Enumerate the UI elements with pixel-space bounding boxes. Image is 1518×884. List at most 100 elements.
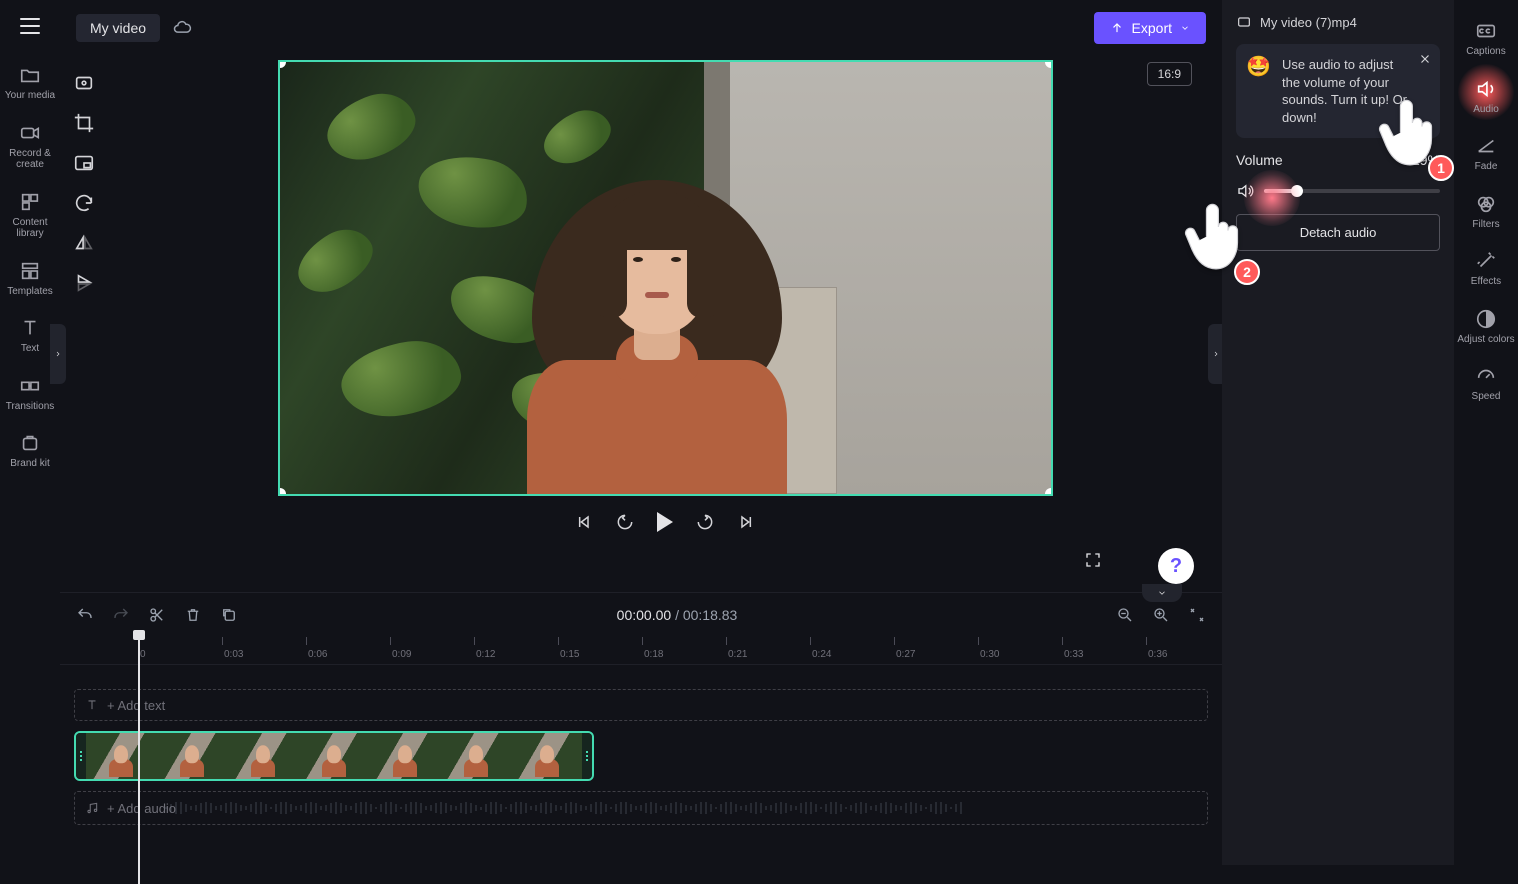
- filters-icon: [1475, 193, 1497, 215]
- rail-item-fade[interactable]: Fade: [1454, 129, 1518, 179]
- volume-label-row: Volume 19%: [1236, 152, 1440, 168]
- chevron-right-icon: [1212, 348, 1220, 360]
- duplicate-button[interactable]: [220, 606, 238, 624]
- brandkit-icon: [19, 432, 41, 454]
- delete-button[interactable]: [184, 606, 202, 624]
- skip-back-button[interactable]: [573, 512, 593, 532]
- sidebar-item-your-media[interactable]: Your media: [0, 58, 60, 108]
- add-text-label: + Add text: [107, 698, 165, 713]
- forward-5-button[interactable]: [695, 512, 715, 532]
- tip-close-button[interactable]: [1418, 52, 1432, 71]
- speed-icon: [1475, 365, 1497, 387]
- preview-tool-column: [60, 56, 108, 592]
- adjust-icon: [1475, 308, 1497, 330]
- timeline-timecode: 00:00.00 / 00:18.83: [617, 607, 738, 623]
- project-name-chip[interactable]: My video: [76, 14, 160, 42]
- audio-panel: My video (7)mp4 🤩 Use audio to adjust th…: [1222, 0, 1454, 865]
- sidebar-label: Text: [21, 343, 39, 355]
- rail-item-filters[interactable]: Filters: [1454, 187, 1518, 237]
- flip-h-tool[interactable]: [73, 232, 95, 254]
- rail-label: Filters: [1472, 219, 1499, 231]
- zoom-out-button[interactable]: [1116, 606, 1134, 624]
- panel-filename: My video (7)mp4: [1260, 15, 1357, 30]
- sidebar-label: Record & create: [2, 148, 58, 171]
- skip-forward-button[interactable]: [737, 512, 757, 532]
- video-canvas[interactable]: [278, 60, 1053, 496]
- rail-item-audio[interactable]: Audio: [1454, 72, 1518, 122]
- audio-track[interactable]: + Add audio: [74, 791, 1208, 825]
- video-clip[interactable]: [74, 731, 594, 781]
- pip-tool[interactable]: [73, 152, 95, 174]
- right-sidebar: Captions Audio Fade Filters Effects Adju…: [1454, 0, 1518, 865]
- crop-tool[interactable]: [73, 112, 95, 134]
- detach-audio-button[interactable]: Detach audio: [1236, 214, 1440, 251]
- tip-card: 🤩 Use audio to adjust the volume of your…: [1236, 44, 1440, 138]
- volume-value: 19%: [1412, 152, 1440, 168]
- redo-button[interactable]: [112, 606, 130, 624]
- sidebar-item-record-create[interactable]: Record & create: [0, 116, 60, 177]
- flip-v-tool[interactable]: [73, 272, 95, 294]
- timeline: 00:00.00 / 00:18.83 00:030:060:090:120:1…: [60, 592, 1222, 865]
- fullscreen-button[interactable]: [1084, 551, 1102, 574]
- collapse-left-button[interactable]: [50, 324, 66, 384]
- library-icon: [19, 191, 41, 213]
- sidebar-item-brand-kit[interactable]: Brand kit: [0, 426, 60, 476]
- fade-icon: [1475, 135, 1497, 157]
- collapse-preview-button[interactable]: [1142, 584, 1182, 602]
- fit-timeline-button[interactable]: [1188, 606, 1206, 624]
- cloud-sync-icon: [172, 18, 192, 38]
- rewind-5-button[interactable]: [615, 512, 635, 532]
- rail-label: Audio: [1473, 104, 1499, 116]
- rail-label: Effects: [1471, 276, 1501, 288]
- help-button[interactable]: ?: [1158, 548, 1194, 584]
- timeline-ruler[interactable]: 00:030:060:090:120:150:180:210:240:270:3…: [60, 637, 1222, 665]
- undo-button[interactable]: [76, 606, 94, 624]
- preview-area: 16:9: [60, 56, 1222, 592]
- zoom-in-button[interactable]: [1152, 606, 1170, 624]
- rail-label: Fade: [1475, 161, 1498, 173]
- sidebar-item-content-library[interactable]: Content library: [0, 185, 60, 246]
- rail-item-effects[interactable]: Effects: [1454, 244, 1518, 294]
- export-button[interactable]: Export: [1094, 12, 1206, 44]
- sidebar-label: Content library: [2, 217, 58, 240]
- volume-label: Volume: [1236, 152, 1283, 168]
- music-icon: [85, 801, 99, 815]
- play-icon: [657, 512, 673, 532]
- split-button[interactable]: [148, 606, 166, 624]
- transitions-icon: [19, 375, 41, 397]
- playhead[interactable]: [138, 634, 140, 884]
- rotate-tool[interactable]: [73, 192, 95, 214]
- tip-emoji-icon: 🤩: [1246, 54, 1271, 81]
- export-label: Export: [1132, 20, 1172, 36]
- resize-handle-bl[interactable]: [278, 488, 286, 496]
- sidebar-item-templates[interactable]: Templates: [0, 254, 60, 304]
- rail-item-captions[interactable]: Captions: [1454, 14, 1518, 64]
- crop-fit-tool[interactable]: [73, 72, 95, 94]
- aspect-ratio-selector[interactable]: 16:9: [1147, 62, 1192, 86]
- rail-label: Speed: [1472, 391, 1501, 403]
- menu-button[interactable]: [16, 12, 44, 40]
- timeline-tracks: + Add text + Add audio: [60, 665, 1222, 865]
- templates-icon: [19, 260, 41, 282]
- sidebar-label: Transitions: [6, 401, 55, 413]
- left-sidebar: Your media Record & create Content libra…: [0, 0, 60, 865]
- playback-controls: [573, 512, 757, 532]
- total-time: 00:18.83: [683, 607, 738, 623]
- volume-slider-knob[interactable]: [1291, 185, 1303, 197]
- rail-item-speed[interactable]: Speed: [1454, 359, 1518, 409]
- clip-icon: [1236, 14, 1252, 30]
- text-track[interactable]: + Add text: [74, 689, 1208, 721]
- clip-trim-right[interactable]: [582, 733, 592, 779]
- resize-handle-br[interactable]: [1045, 488, 1053, 496]
- sidebar-label: Your media: [5, 90, 55, 102]
- sidebar-label: Templates: [7, 286, 53, 298]
- timeline-toolbar: 00:00.00 / 00:18.83: [60, 593, 1222, 637]
- speaker-icon[interactable]: [1236, 182, 1254, 200]
- volume-slider[interactable]: [1264, 189, 1440, 193]
- clip-trim-left[interactable]: [76, 733, 86, 779]
- chevron-down-icon: [1156, 588, 1168, 598]
- play-button[interactable]: [657, 512, 673, 532]
- video-track[interactable]: [74, 731, 1208, 781]
- rail-label: Adjust colors: [1457, 334, 1514, 346]
- rail-item-adjust-colors[interactable]: Adjust colors: [1454, 302, 1518, 352]
